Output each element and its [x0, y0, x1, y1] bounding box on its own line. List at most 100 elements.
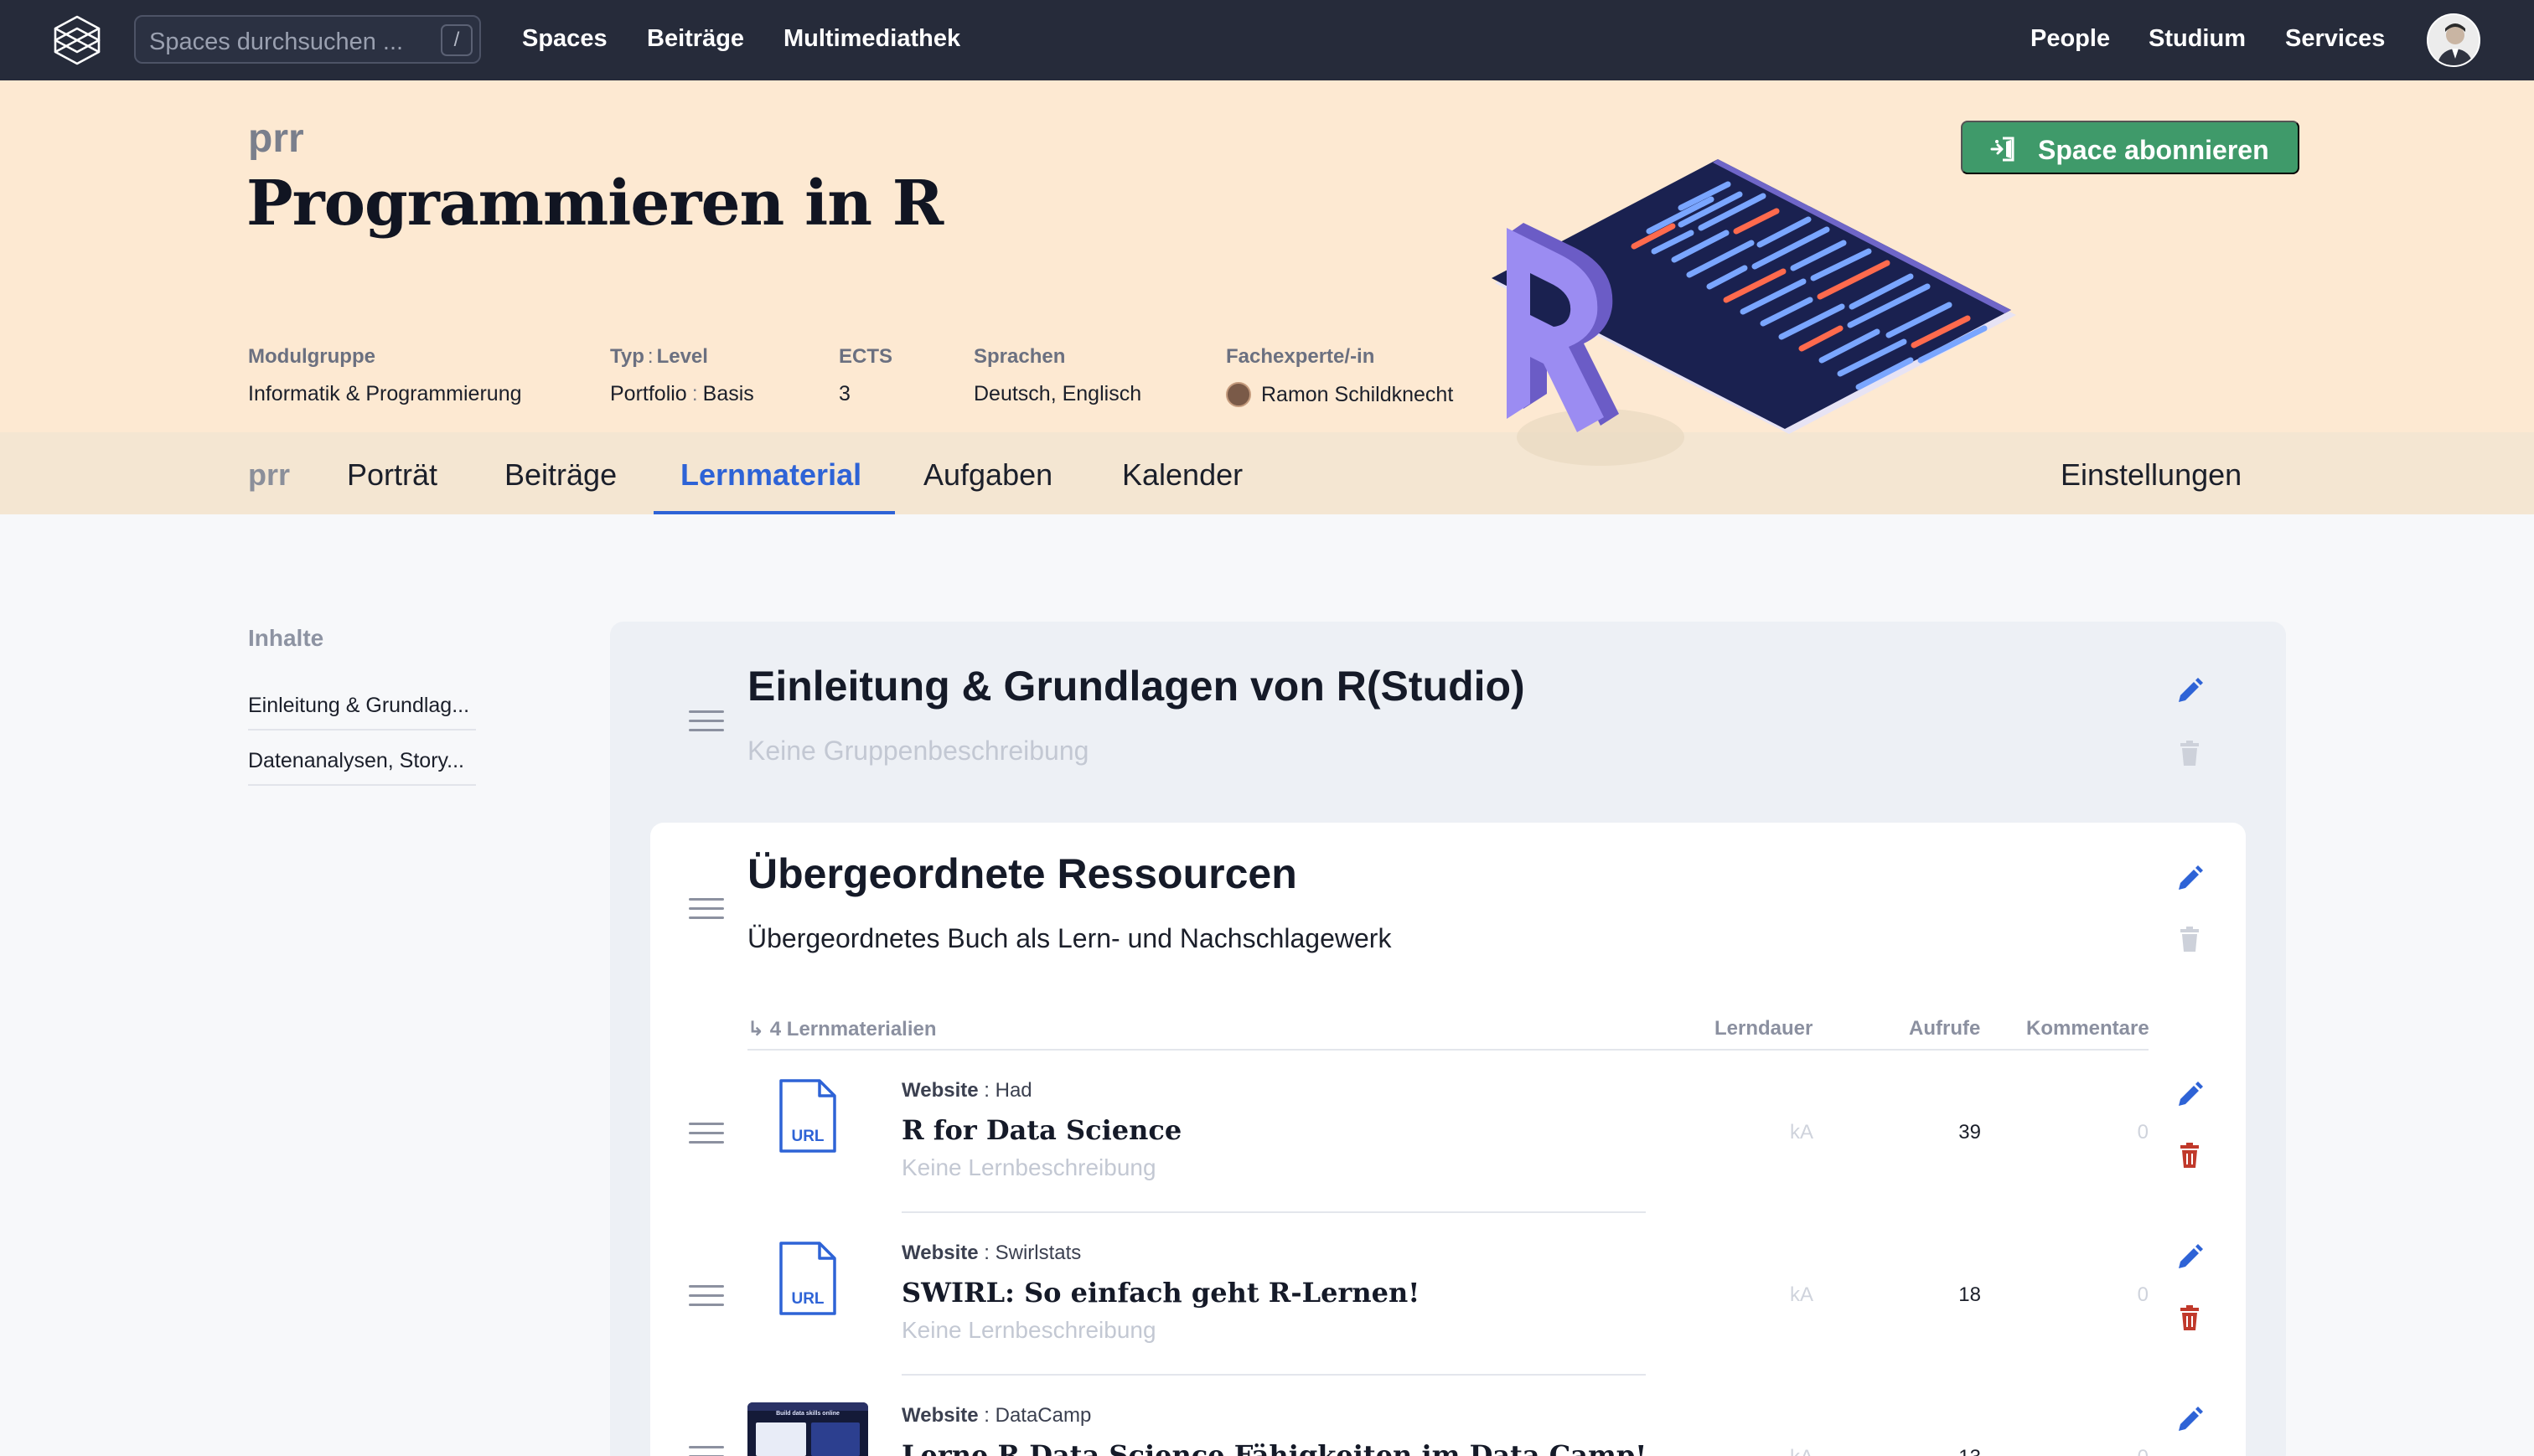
thumbnail-text: Build data skills online [776, 1411, 840, 1417]
tab-kalender[interactable]: Kalender [1122, 457, 1243, 493]
edit-icon[interactable] [2175, 677, 2204, 705]
typ-label: Typ [610, 345, 644, 368]
meta-typ-level: Typ: Level Portfolio: Basis [610, 345, 754, 406]
resource-source: Website : Swirlstats [902, 1242, 1082, 1264]
sidebar-item-einleitung[interactable]: Einleitung & Grundlag... [248, 675, 476, 731]
meta-label: Fachexperte/-in [1226, 345, 1375, 368]
space-short-name: prr [248, 116, 304, 161]
top-navigation: Spaces durchsuchen ... / Spaces Beiträge… [0, 0, 2534, 80]
thumbnail-bar [747, 1402, 868, 1411]
resource-description: Keine Lernbeschreibung [902, 1317, 1156, 1343]
meta-ects: ECTS 3 [839, 345, 892, 406]
page-title: Programmieren in R [246, 168, 944, 240]
column-aufrufe[interactable]: Aufrufe [1909, 1017, 1980, 1040]
subscribe-label: Space abonnieren [2038, 135, 2269, 165]
column-lerndauer[interactable]: Lerndauer [1714, 1017, 1813, 1040]
meta-value: Portfolio: Basis [610, 382, 754, 406]
edit-icon[interactable] [2175, 1406, 2204, 1434]
nav-studium[interactable]: Studium [2149, 25, 2246, 53]
sidebar-heading: Inhalte [248, 625, 324, 651]
meta-fachexperte: Fachexperte/-in Ramon Schildknecht [1226, 345, 1453, 407]
group-description: Übergeordnetes Buch als Lern- und Nachsc… [747, 923, 1392, 953]
group-title: Übergeordnete Ressourcen [747, 850, 1297, 897]
url-file-icon: URL [779, 1242, 836, 1315]
tab-beitraege[interactable]: Beiträge [504, 457, 617, 493]
resource-source-name: Had [995, 1079, 1032, 1102]
nav-people[interactable]: People [2030, 25, 2110, 53]
delete-icon[interactable] [2175, 1141, 2204, 1169]
resource-title[interactable]: SWIRL: So einfach geht R-Lernen! [902, 1277, 1420, 1309]
lerndauer-value: kA [1789, 1121, 1813, 1144]
space-tabs: prr Porträt Beiträge Lernmaterial Aufgab… [0, 432, 2534, 514]
nav-beitraege[interactable]: Beiträge [647, 25, 744, 53]
drag-handle-icon[interactable] [689, 710, 724, 732]
resource-title[interactable]: R for Data Science [902, 1114, 1182, 1146]
avatar[interactable] [2427, 13, 2480, 67]
edit-icon[interactable] [2175, 1081, 2204, 1109]
resource-type: Website [902, 1079, 979, 1102]
divider [902, 1211, 1646, 1213]
url-icon-label: URL [791, 1290, 824, 1308]
search-input[interactable]: Spaces durchsuchen ... / [134, 15, 481, 64]
aufrufe-value: 13 [1880, 1446, 1981, 1456]
user-avatar-icon [2428, 15, 2479, 65]
delete-icon[interactable] [2175, 925, 2204, 953]
tab-space-short[interactable]: prr [248, 457, 290, 493]
lerndauer-value: kA [1789, 1283, 1813, 1306]
nav-services[interactable]: Services [2285, 25, 2385, 53]
drag-handle-icon[interactable] [689, 898, 724, 920]
tab-aufgaben[interactable]: Aufgaben [923, 457, 1052, 493]
kommentare-value: 0 [2048, 1446, 2149, 1456]
meta-modulgruppe: Modulgruppe Informatik & Programmierung [248, 345, 522, 406]
drag-handle-icon[interactable] [689, 1123, 724, 1144]
edit-icon[interactable] [2175, 1243, 2204, 1272]
meta-label: Modulgruppe [248, 345, 375, 368]
drag-handle-icon[interactable] [689, 1285, 724, 1307]
separator: : [691, 382, 698, 405]
typ-value: Portfolio [610, 382, 687, 405]
divider [747, 1049, 2149, 1051]
expert-avatar [1226, 382, 1251, 407]
drag-handle-icon[interactable] [689, 1446, 724, 1456]
resource-source-name: Swirlstats [995, 1242, 1082, 1264]
meta-label: Typ: Level [610, 345, 754, 369]
resource-title[interactable]: Lerne R Data Science Fähigkeiten im Data… [902, 1439, 1647, 1456]
search-shortcut-key: / [441, 24, 473, 56]
aufrufe-value: 18 [1958, 1283, 1981, 1306]
resource-source: Website : DataCamp [902, 1404, 1092, 1427]
resource-source: Website : Had [902, 1079, 1032, 1102]
level-value: Basis [702, 382, 754, 405]
tab-portraet[interactable]: Porträt [347, 457, 437, 493]
meta-label: ECTS [839, 345, 893, 368]
meta-sprachen: Sprachen Deutsch, Englisch [974, 345, 1141, 406]
kommentare-value: 0 [2137, 1283, 2149, 1306]
space-header: prr Programmieren in R Modulgruppe Infor… [0, 80, 2534, 432]
separator: : [647, 345, 654, 368]
tab-lernmaterial[interactable]: Lernmaterial [680, 457, 861, 493]
resource-description: Keine Lernbeschreibung [902, 1154, 1156, 1180]
column-kommentare[interactable]: Kommentare [2026, 1017, 2149, 1040]
group-card [650, 823, 2246, 1456]
group-description: Keine Gruppenbeschreibung [747, 736, 1089, 766]
search-placeholder: Spaces durchsuchen ... [149, 28, 404, 55]
sidebar-item-datenanalysen[interactable]: Datenanalysen, Story... [248, 731, 476, 786]
materials-count: ↳ 4 Lernmaterialien [747, 1018, 937, 1040]
r-programming-illustration [1492, 159, 2016, 466]
aufrufe-value: 39 [1958, 1121, 1981, 1144]
lerndauer-value: kA [1713, 1446, 1813, 1456]
tab-einstellungen[interactable]: Einstellungen [2061, 457, 2242, 493]
kommentare-value: 0 [2137, 1121, 2149, 1144]
logo-icon[interactable] [50, 13, 104, 67]
nav-multimediathek[interactable]: Multimediathek [783, 25, 960, 53]
edit-icon[interactable] [2175, 865, 2204, 893]
resource-thumbnail: Build data skills online [747, 1402, 868, 1456]
nav-spaces[interactable]: Spaces [522, 25, 608, 53]
delete-icon[interactable] [2175, 739, 2204, 767]
meta-label: Sprachen [974, 345, 1066, 368]
meta-value: Deutsch, Englisch [974, 382, 1142, 405]
delete-icon[interactable] [2175, 1304, 2204, 1332]
expert-link[interactable]: Ramon Schildknecht [1226, 382, 1453, 407]
resource-type: Website [902, 1242, 979, 1264]
meta-value: Informatik & Programmierung [248, 382, 522, 405]
thumbnail-panel [811, 1422, 860, 1456]
